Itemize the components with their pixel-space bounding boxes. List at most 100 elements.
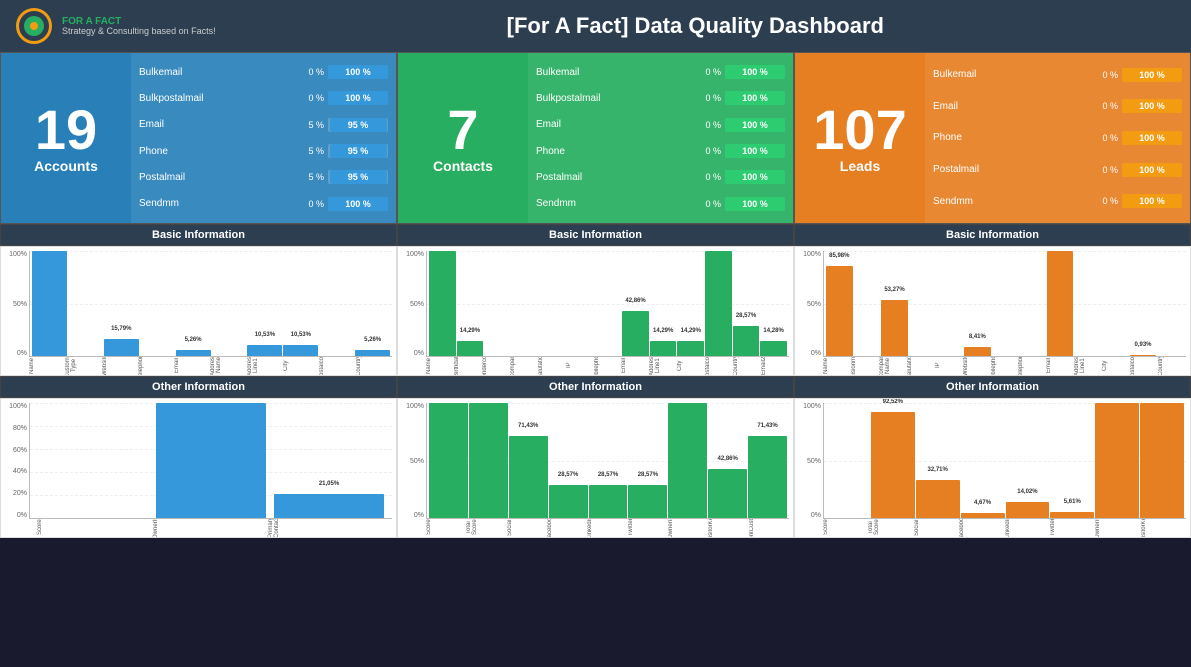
bar-column: 14,02% — [1006, 403, 1050, 518]
bar-x-label: Postalcode — [1130, 357, 1158, 375]
bar: 100,00% — [1047, 251, 1074, 356]
bar-x-label: Social — [507, 519, 547, 537]
bar: 53,27% — [881, 300, 908, 356]
metric-row: Bulkemail 0 % 100 % — [536, 65, 785, 79]
bar-x-label: Name — [823, 357, 851, 375]
accounts-metrics: Bulkemail 0 % 100 % Bulkpostalmail 0 % 1… — [131, 53, 396, 223]
metric-row: Email 5 % 95 % — [139, 118, 388, 132]
bar-x-label: LinkedIn — [1005, 519, 1050, 537]
bar: 21,05% — [274, 494, 384, 518]
bar: 28,57% — [628, 485, 667, 518]
bar-x-label: Gendercode — [482, 357, 510, 375]
bar-column — [826, 403, 870, 518]
bar-x-label: Postalcode — [705, 357, 733, 375]
contacts-number-section: 7 Contacts — [398, 53, 528, 223]
accounts-big-number: 19 — [35, 102, 97, 158]
metric-row: Postalmail 0 % 100 % — [536, 170, 785, 184]
bar-column: 28,57% — [589, 403, 628, 518]
bar-x-label: City — [283, 357, 319, 375]
metric-row: Bulkemail 0 % 100 % — [139, 65, 388, 79]
bar-column: 85,98% — [826, 251, 853, 356]
bar: 100% — [429, 251, 456, 356]
bar-column: 71,43% — [748, 403, 787, 518]
bar-column — [854, 251, 881, 356]
bar: 28,57% — [733, 326, 760, 356]
accounts-basic-chart: 100%50%0% 100%15,79%5,26%10,53%10,53%5,2… — [0, 246, 397, 376]
bar-column: 5,26% — [176, 251, 211, 356]
bar-column: 5,61% — [1050, 403, 1094, 518]
bar: 5,26% — [176, 350, 211, 356]
bar-x-label: Customer Type — [65, 357, 101, 375]
bar-x-label: Address Line1 — [649, 357, 677, 375]
bar: 100,00% — [469, 403, 508, 518]
bar-x-label: LinkedIn — [587, 519, 627, 537]
bar-column — [1102, 251, 1129, 356]
bar-column: 28,57% — [733, 251, 760, 356]
bar-column: 0,93% — [1130, 251, 1157, 356]
bar: 14,29% — [677, 341, 704, 356]
bar-column — [1157, 251, 1184, 356]
metric-row: Postalmail 0 % 100 % — [933, 163, 1182, 177]
bar-column: 14,28% — [760, 251, 787, 356]
contacts-basic-chart: 100%50%0% 100%14,29%42,86%14,29%14,29%10… — [397, 246, 794, 376]
bar-column — [936, 251, 963, 356]
metric-row: Postalmail 5 % 95 % — [139, 170, 388, 184]
bar-column: 8,41% — [964, 251, 991, 356]
bar-x-label: Salutation — [907, 357, 935, 375]
accounts-other-header: Other Information — [0, 376, 397, 398]
contacts-big-number: 7 — [447, 102, 478, 158]
leads-other-chart: 100%50%0% 92,52%32,71%4,67%14,02%5,61%10… — [794, 398, 1191, 538]
leads-panel: 107 Leads Bulkemail 0 % 100 % Email 0 % … — [794, 52, 1191, 224]
bar-column: 42,86% — [622, 251, 649, 356]
contacts-other-header: Other Information — [397, 376, 794, 398]
bar-column — [1074, 251, 1101, 356]
bar-x-label: Facebook — [959, 519, 1004, 537]
bar-column: 32,71% — [916, 403, 960, 518]
bar: 100% — [32, 251, 67, 356]
bar-x-label: Telephone — [138, 357, 174, 375]
leads-other-header: Other Information — [794, 376, 1191, 398]
bar-x-label: Score — [37, 519, 153, 537]
bar-column: 28,57% — [549, 403, 588, 518]
bar-x-label: Website — [963, 357, 991, 375]
bar: 28,57% — [589, 485, 628, 518]
bar-x-label: OwnerID — [668, 519, 708, 537]
bar: 100,00% — [1095, 403, 1139, 518]
bar-column: 100% — [429, 251, 456, 356]
bar-column: 10,53% — [283, 251, 318, 356]
contacts-metrics: Bulkemail 0 % 100 % Bulkpostalmail 0 % 1… — [528, 53, 793, 223]
metric-row: Sendmm 0 % 100 % — [933, 194, 1182, 208]
bar-x-label: Name — [426, 357, 454, 375]
bar-column — [68, 251, 103, 356]
bar: 14,28% — [760, 341, 787, 356]
bar-x-label: City — [1102, 357, 1130, 375]
bar-column: 92,52% — [871, 403, 915, 518]
bar-x-label: VisitorKey — [708, 519, 748, 537]
bar-column — [1019, 251, 1046, 356]
bar-column — [212, 251, 247, 356]
bar-x-label: Country — [356, 357, 392, 375]
bar-x-label: Total Score — [466, 519, 506, 537]
metric-row: Phone 5 % 95 % — [139, 144, 388, 158]
bar-column — [595, 251, 622, 356]
metric-row: Sendmm 0 % 100 % — [139, 197, 388, 211]
logo-inner — [24, 16, 44, 36]
bar-column — [140, 251, 175, 356]
bar-x-label: Twitter — [628, 519, 668, 537]
bar-column: 14,29% — [650, 251, 677, 356]
bar-x-label: Score — [823, 519, 868, 537]
bar-column: 100,00% — [1095, 403, 1139, 518]
bar-column — [319, 251, 354, 356]
logo-text: FOR A FACT Strategy & Consulting based o… — [62, 16, 216, 37]
bar-column: 14,29% — [677, 251, 704, 356]
bar-x-label: Name — [29, 357, 65, 375]
contacts-other-chart: 100%50%0% 100,00%100,00%71,43%28,57%28,5… — [397, 398, 794, 538]
bar-column — [484, 251, 511, 356]
bar-column: 10,53% — [247, 251, 282, 356]
bar-x-label: Score — [426, 519, 466, 537]
bar: 85,98% — [826, 266, 853, 356]
bar-x-label: Birthdate — [454, 357, 482, 375]
bar-x-label: Email — [1046, 357, 1074, 375]
bar-x-label: Address Line1 — [1074, 357, 1102, 375]
bar: 10,53% — [247, 345, 282, 356]
